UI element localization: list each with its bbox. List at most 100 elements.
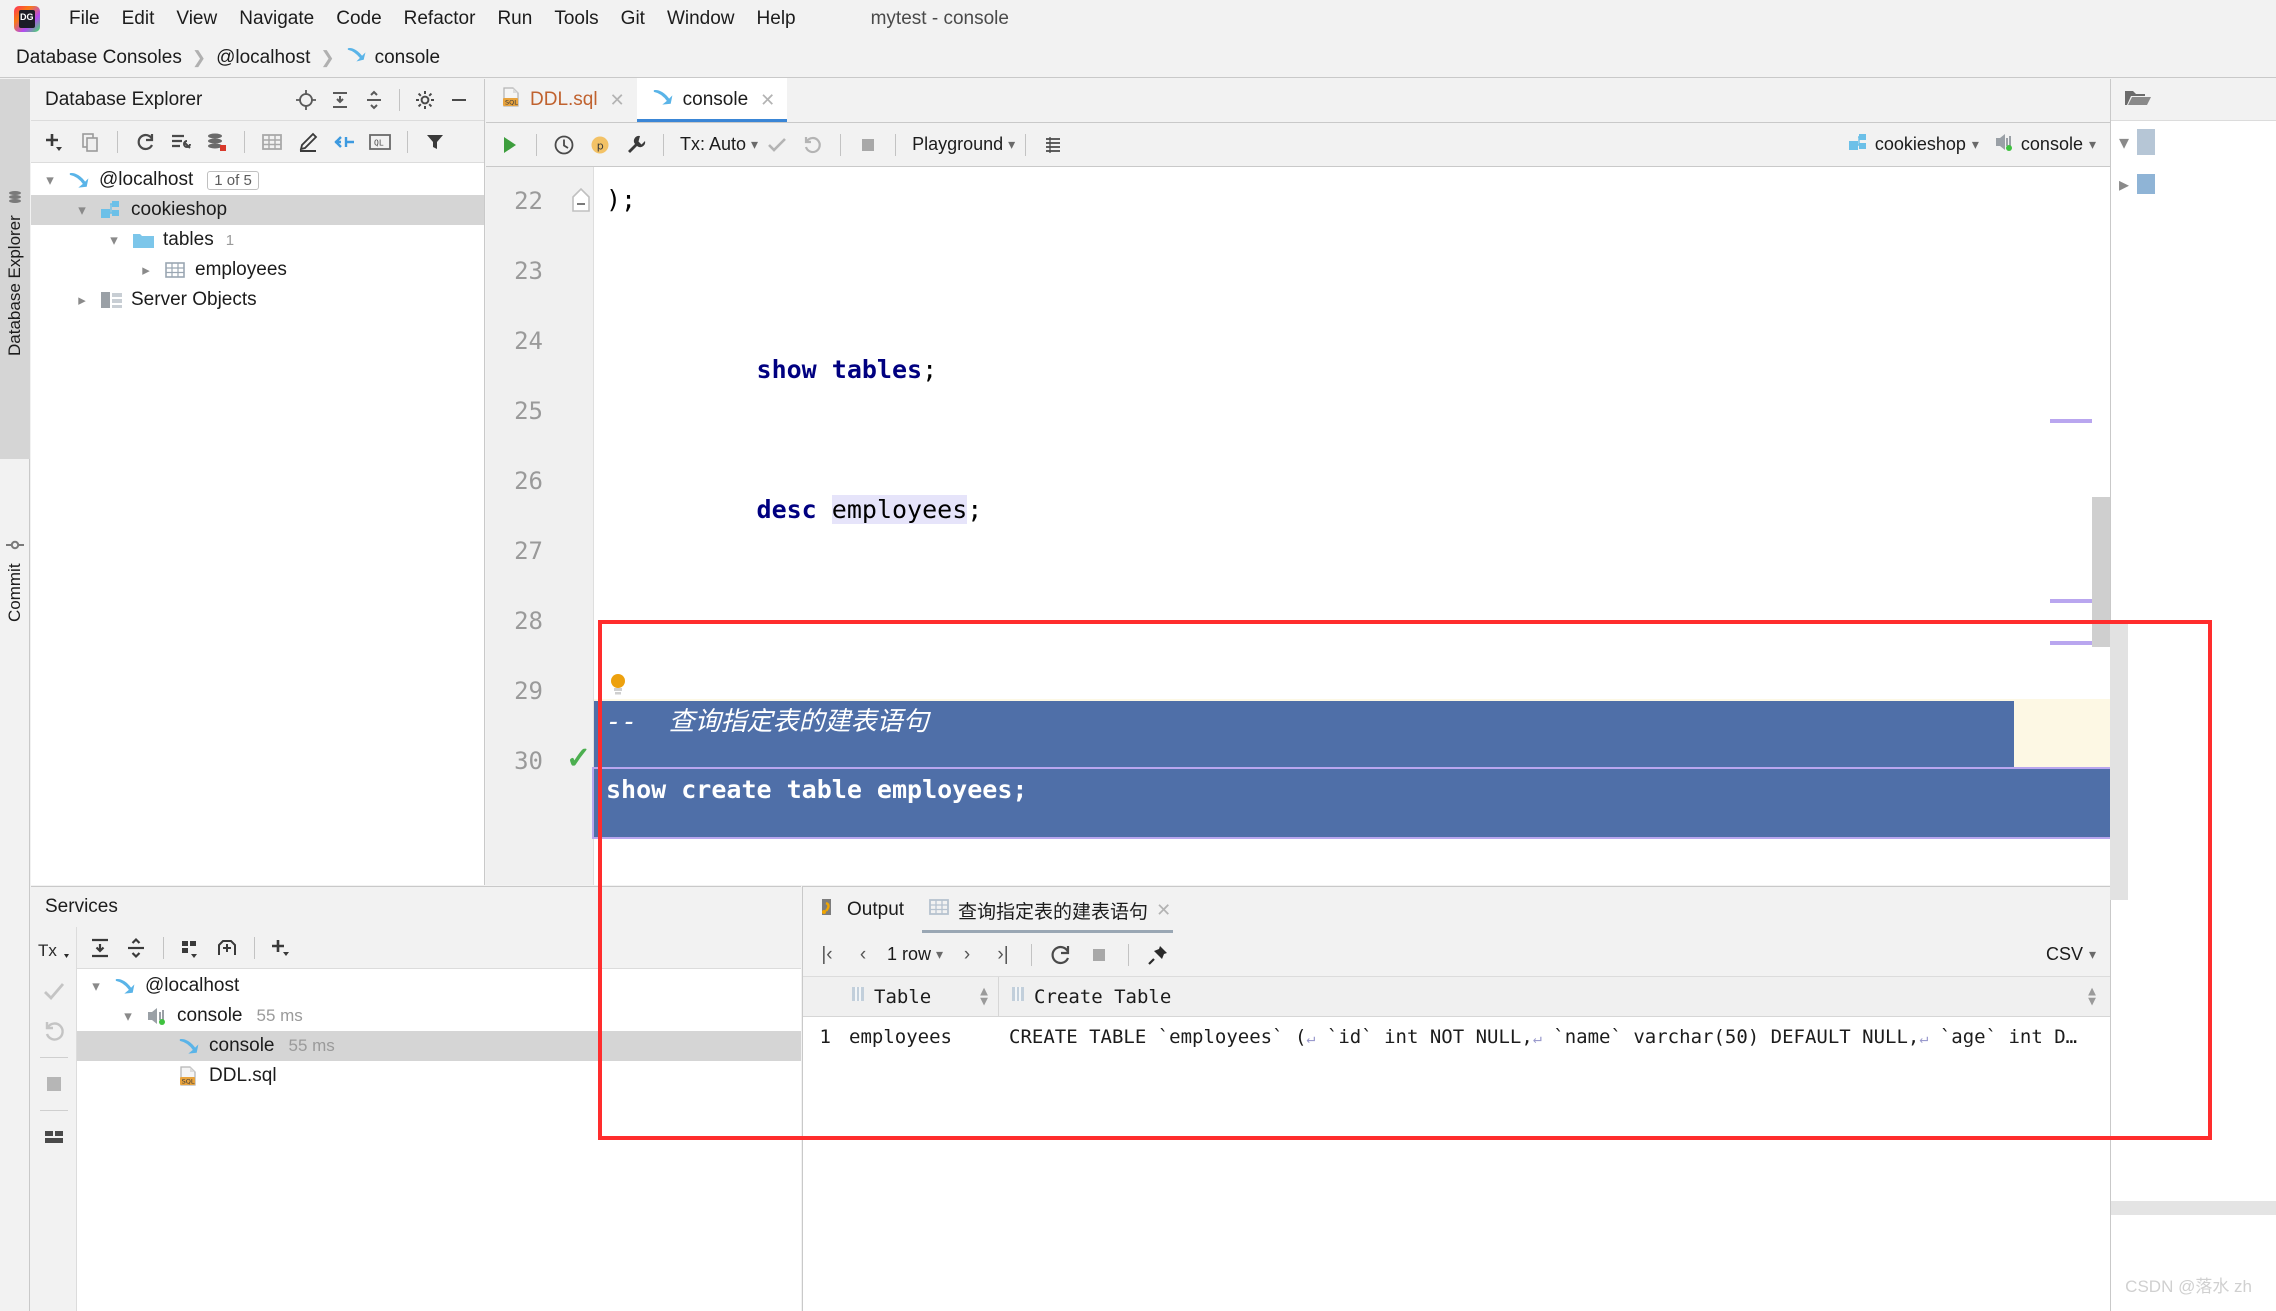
- chevron-right-icon[interactable]: ▸: [71, 291, 93, 309]
- next-page-button[interactable]: ›: [951, 940, 983, 970]
- rail-tab-database-explorer[interactable]: Database Explorer: [0, 79, 30, 459]
- breadcrumb-item-0[interactable]: Database Consoles: [16, 47, 182, 69]
- chevron-down-icon[interactable]: ▾: [1972, 136, 1979, 153]
- commit-check-icon[interactable]: [34, 971, 74, 1011]
- results-right-scrollbar[interactable]: [2110, 620, 2128, 900]
- schema-chip-cookieshop[interactable]: cookieshop ▾: [1847, 132, 1979, 157]
- profile-icon[interactable]: p: [583, 129, 617, 161]
- schema-selector-label[interactable]: Playground: [912, 134, 1003, 155]
- breadcrumb-item-1[interactable]: @localhost: [216, 47, 310, 69]
- reload-icon[interactable]: [1044, 939, 1078, 971]
- breadcrumb-item-2[interactable]: console: [375, 47, 441, 69]
- hide-panel-icon[interactable]: [442, 84, 476, 116]
- menu-item-help[interactable]: Help: [746, 6, 807, 32]
- rail-tab-commit[interactable]: Commit: [0, 469, 30, 684]
- right-panel-scrollbar[interactable]: [2111, 1201, 2276, 1215]
- db-tree-item-tables[interactable]: ▾ tables 1: [31, 225, 484, 255]
- menu-item-run[interactable]: Run: [486, 6, 543, 32]
- rollback-icon[interactable]: [34, 1011, 74, 1051]
- chevron-down-icon[interactable]: ▾: [936, 946, 943, 963]
- copy-icon[interactable]: [73, 126, 107, 158]
- open-folder-icon[interactable]: [2123, 85, 2153, 114]
- add-icon[interactable]: [265, 932, 299, 964]
- menu-item-window[interactable]: Window: [656, 6, 746, 32]
- db-tree-item-cookieshop[interactable]: ▾ cookieshop: [31, 195, 484, 225]
- stop-button[interactable]: [851, 129, 885, 161]
- layout-icon[interactable]: [34, 1117, 74, 1157]
- add-tab-icon[interactable]: [210, 932, 244, 964]
- chevron-right-icon[interactable]: ▸: [2119, 172, 2129, 197]
- prev-page-button[interactable]: ‹: [847, 940, 879, 970]
- tx-icon[interactable]: Tx: [34, 931, 74, 971]
- db-tree-item-employees[interactable]: ▸ employees: [31, 255, 484, 285]
- services-tree-item[interactable]: console 55 ms: [77, 1031, 801, 1061]
- sync-settings-icon[interactable]: [164, 126, 198, 158]
- close-icon[interactable]: ✕: [760, 90, 775, 111]
- chevron-down-icon[interactable]: ▾: [71, 201, 93, 219]
- results-tab-query[interactable]: 查询指定表的建表语句 ✕: [914, 887, 1181, 933]
- chevron-down-icon[interactable]: ▾: [103, 231, 125, 249]
- open-table-icon[interactable]: [255, 126, 289, 158]
- right-panel-row-1[interactable]: ▸: [2111, 163, 2276, 205]
- chevron-down-icon[interactable]: ▾: [85, 977, 107, 995]
- execute-query-button[interactable]: [492, 129, 526, 161]
- chevron-down-icon[interactable]: ▾: [751, 136, 758, 153]
- menu-item-code[interactable]: Code: [325, 6, 392, 32]
- menu-item-git[interactable]: Git: [610, 6, 656, 32]
- refresh-icon[interactable]: [128, 126, 162, 158]
- group-by-icon[interactable]: [174, 932, 208, 964]
- session-chip-console[interactable]: console ▾: [1993, 132, 2096, 157]
- close-icon[interactable]: ✕: [1156, 900, 1171, 921]
- editor-tab-ddl-sql[interactable]: SQL DDL.sql ✕: [486, 78, 637, 122]
- cell-table-name[interactable]: employees: [839, 1026, 999, 1048]
- row-count-selector[interactable]: 1 row ▾: [887, 944, 943, 965]
- column-header-table[interactable]: Table ▲ ▼: [839, 977, 999, 1016]
- chevron-down-icon[interactable]: ▾: [1008, 136, 1015, 153]
- services-tree-item[interactable]: ▾ @localhost: [77, 971, 801, 1001]
- locate-icon[interactable]: [289, 84, 323, 116]
- last-page-button[interactable]: ›|: [987, 940, 1019, 970]
- code-content[interactable]: ); show tables; desc employees; -- 查询指定表…: [592, 167, 2110, 885]
- expand-all-icon[interactable]: [83, 932, 117, 964]
- modify-icon[interactable]: [291, 126, 325, 158]
- column-header-create-table[interactable]: Create Table ▲ ▼: [999, 977, 2110, 1016]
- export-format-selector[interactable]: CSV ▾: [2046, 944, 2110, 965]
- stop-icon[interactable]: [1082, 939, 1116, 971]
- settings-gear-icon[interactable]: [408, 84, 442, 116]
- add-icon[interactable]: [37, 126, 71, 158]
- menu-item-view[interactable]: View: [165, 6, 228, 32]
- code-fold-icon[interactable]: [568, 185, 594, 220]
- filter-icon[interactable]: [418, 126, 452, 158]
- menu-item-file[interactable]: File: [58, 6, 111, 32]
- right-panel-row-0[interactable]: ▾: [2111, 121, 2276, 163]
- menu-item-edit[interactable]: Edit: [111, 6, 166, 32]
- wrench-icon[interactable]: [619, 129, 653, 161]
- cell-create-table[interactable]: CREATE TABLE `employees` (↵ `id` int NOT…: [999, 1026, 2110, 1048]
- expand-all-icon[interactable]: [323, 84, 357, 116]
- tx-mode-label[interactable]: Tx: Auto: [680, 134, 746, 155]
- rollback-button[interactable]: [796, 129, 830, 161]
- sort-indicator-icon[interactable]: ▲ ▼: [980, 985, 988, 1008]
- stop-icon[interactable]: [34, 1064, 74, 1104]
- collapse-all-icon[interactable]: [119, 932, 153, 964]
- chevron-down-icon[interactable]: ▾: [2089, 946, 2096, 963]
- results-tab-output[interactable]: Output: [803, 887, 914, 933]
- chevron-down-icon[interactable]: ▾: [2089, 136, 2096, 153]
- services-tree-item[interactable]: SQL DDL.sql: [77, 1061, 801, 1091]
- editor-tab-console[interactable]: console ✕: [636, 78, 788, 122]
- intention-bulb-icon[interactable]: [608, 673, 626, 695]
- chevron-down-icon[interactable]: ▾: [39, 171, 61, 189]
- results-grid[interactable]: Table ▲ ▼ Create Table ▲ ▼ 1 employees CRE…: [803, 977, 2110, 1311]
- menu-item-refactor[interactable]: Refactor: [393, 6, 487, 32]
- editor-gutter[interactable]: 22 23 24 25 26 27 28 29 30 ✓: [486, 167, 594, 885]
- db-tree-item-serverobjects[interactable]: ▸ Server Objects: [31, 285, 484, 315]
- editor-vertical-scrollbar[interactable]: [2092, 497, 2110, 647]
- datasource-properties-icon[interactable]: [200, 126, 234, 158]
- commit-button[interactable]: [760, 129, 794, 161]
- first-page-button[interactable]: |‹: [811, 940, 843, 970]
- jump-to-icon[interactable]: [327, 126, 361, 158]
- chevron-right-icon[interactable]: ▸: [135, 261, 157, 279]
- close-icon[interactable]: ✕: [610, 90, 625, 111]
- table-row[interactable]: 1 employees CREATE TABLE `employees` (↵ …: [803, 1017, 2110, 1057]
- query-console-icon[interactable]: QL: [363, 126, 397, 158]
